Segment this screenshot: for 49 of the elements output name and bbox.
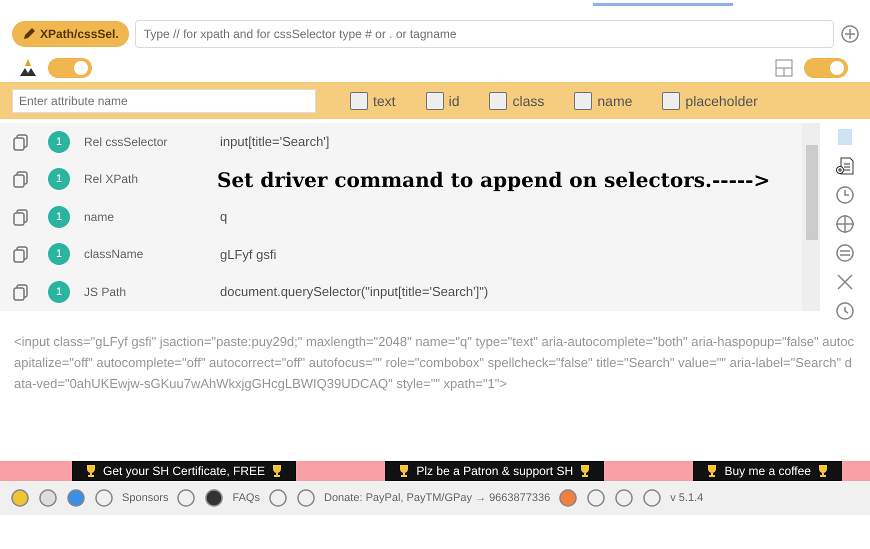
selector-type-label: Rel XPath [84, 172, 140, 186]
match-count-badge: 1 [48, 243, 70, 266]
copy-icon[interactable] [12, 282, 30, 301]
element-html: <input class="gLFyf gsfi" jsaction="paste:puy29d;" maxlength="2048" name="q" type="text" aria-autocomplete="both" aria-haspopup="false" autocapitalize="off" autocomplete="off" autocorrect="off" autofocus="" role="combobox" spellcheck="false" title="Search" value="" aria-label="Search" data-ved="0ahUKEwjw-sGKuu7wAhWkxjgGHcgLBWIQ39UDCAQ" style="" xpath="1"> [13, 333, 856, 393]
faqs-link[interactable]: FAQs [232, 492, 260, 504]
clock-icon[interactable] [835, 185, 855, 205]
history-icon[interactable] [835, 301, 855, 321]
grid-icon[interactable] [835, 243, 855, 263]
copy-icon[interactable] [12, 170, 30, 188]
version-label: v 5.1.4 [670, 492, 704, 504]
selector-value[interactable]: gLFyf gsfi [220, 246, 276, 262]
copy-icon[interactable] [12, 245, 30, 264]
pencil-icon [22, 27, 36, 41]
annotation-text: Set driver command to append on selectors.-----> [217, 168, 770, 192]
copy-icon[interactable] [12, 132, 30, 151]
sponsors-link[interactable]: Sponsors [122, 492, 168, 504]
selector-type-label: JS Path [84, 284, 128, 299]
trophy-icon [84, 464, 98, 478]
attribute-checkbox[interactable]: placeholder [662, 92, 758, 110]
logo-icon [18, 58, 38, 78]
promo-link[interactable]: Get your SH Certificate, FREE [72, 461, 296, 481]
donate-link[interactable]: Donate: PayPal, PayTM/GPay → 9663877336 [324, 492, 550, 504]
layout-icon[interactable] [774, 58, 794, 78]
toggle-switch[interactable] [48, 58, 92, 78]
selector-type-label: name [84, 210, 116, 224]
close-icon[interactable] [835, 272, 855, 292]
copy-icon[interactable] [12, 208, 30, 226]
selector-input[interactable]: Type // for xpath and for cssSelector type # or . or tagname [134, 20, 834, 48]
toggle-switch[interactable] [804, 58, 848, 78]
match-count-badge: 1 [48, 168, 70, 190]
attribute-checkbox[interactable]: class [489, 92, 544, 110]
attribute-checkbox[interactable]: text [350, 92, 396, 110]
add-document-icon[interactable] [835, 156, 855, 176]
selector-type-button[interactable]: XPath/cssSel. [12, 21, 129, 47]
selector-type-label: className [84, 247, 144, 262]
match-count-badge: 1 [48, 130, 70, 153]
selector-value[interactable]: input[title='Search'] [220, 134, 330, 150]
selector-value[interactable]: q [220, 209, 228, 224]
promo-link[interactable]: Plz be a Patron & support SH [385, 461, 604, 481]
add-icon[interactable] [840, 24, 860, 44]
selector-value[interactable]: document.querySelector("input[title='Search']") [220, 284, 488, 300]
promo-link[interactable]: Buy me a coffee [693, 461, 842, 481]
selector-type-label: Rel cssSelector [84, 134, 168, 149]
attribute-checkbox[interactable]: name [574, 92, 632, 110]
match-count-badge: 1 [48, 206, 70, 228]
crosshair-icon[interactable] [835, 214, 855, 234]
scrollbar[interactable] [802, 123, 820, 311]
attribute-input[interactable]: Enter attribute name [12, 88, 316, 112]
match-count-badge: 1 [48, 280, 70, 303]
